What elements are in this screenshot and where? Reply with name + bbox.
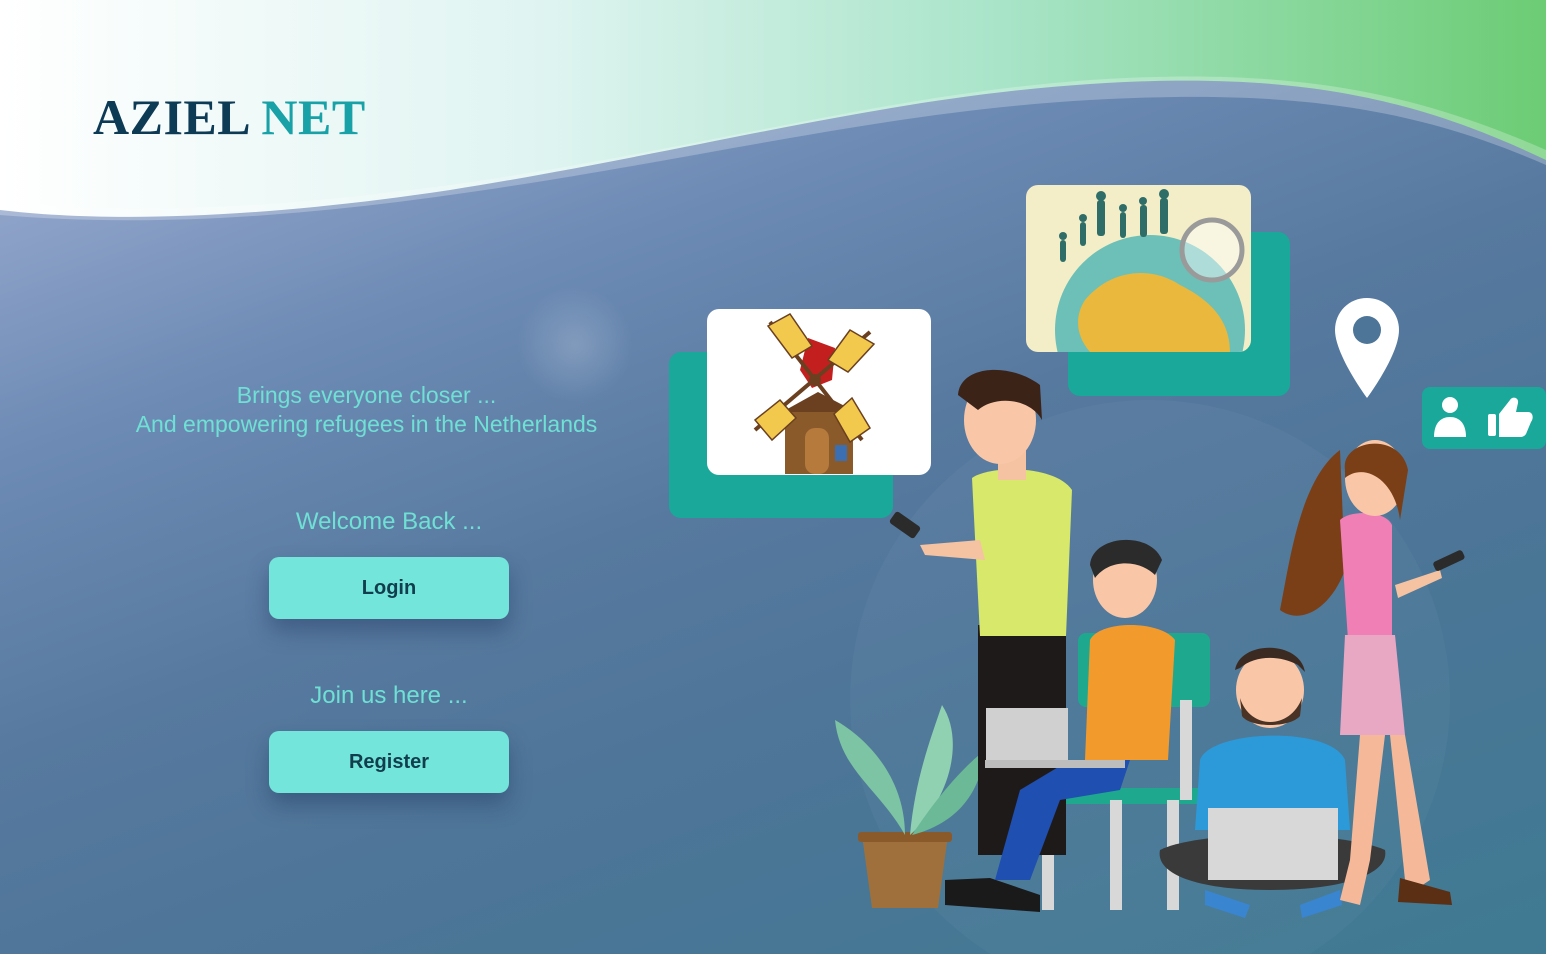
welcome-back-caption: Welcome Back ... bbox=[295, 508, 483, 535]
login-button[interactable]: Login bbox=[269, 557, 509, 619]
brand-name-part1: AZIEL bbox=[93, 89, 249, 145]
windmill-image bbox=[707, 309, 931, 475]
brand-name-part2: NET bbox=[261, 89, 366, 145]
brand-logo: AZIEL NET bbox=[93, 92, 366, 142]
location-pin-icon bbox=[1335, 298, 1399, 398]
tagline-line2: And empowering refugees in the Netherlan… bbox=[135, 411, 598, 437]
hero-illustration bbox=[669, 185, 1546, 918]
tagline-line1: Brings everyone closer ... bbox=[236, 382, 497, 408]
join-us-caption: Join us here ... bbox=[310, 682, 468, 709]
register-button[interactable]: Register bbox=[269, 731, 509, 793]
plant-illustration bbox=[835, 705, 985, 908]
